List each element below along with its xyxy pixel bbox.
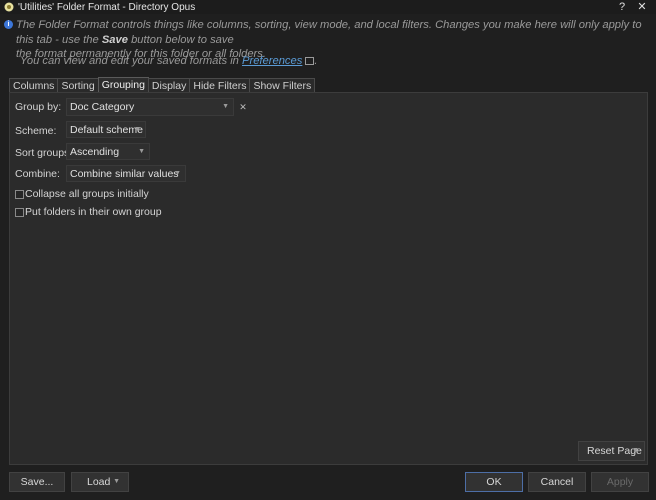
chevron-down-icon: ▼: [138, 148, 145, 155]
chevron-down-icon: ▼: [222, 103, 229, 110]
save-button[interactable]: Save...: [9, 472, 65, 492]
tab-display[interactable]: Display: [147, 78, 191, 93]
grouping-panel: Group by: Doc Category ▼ ✕ Scheme: Defau…: [9, 92, 648, 465]
info-icon: i: [4, 20, 13, 29]
directory-opus-icon: [4, 2, 14, 12]
folders-group-label: Put folders in their own group: [25, 206, 162, 218]
combine-value: Combine similar values: [70, 168, 179, 180]
external-window-icon: [305, 57, 315, 65]
apply-button[interactable]: Apply: [591, 472, 649, 492]
load-button[interactable]: Load ▼: [71, 472, 129, 492]
preferences-line: You can view and edit your saved formats…: [20, 55, 318, 67]
info-save-word: Save: [101, 33, 128, 46]
tab-strip: Columns Sorting Grouping Display Hide Fi…: [9, 77, 316, 93]
collapse-checkbox[interactable]: [15, 190, 24, 199]
tab-grouping[interactable]: Grouping: [97, 77, 149, 93]
load-label: Load: [87, 476, 111, 488]
chevron-down-icon: ▼: [134, 126, 141, 133]
chevron-down-icon: ▼: [113, 478, 120, 485]
chevron-down-icon: ▼: [174, 170, 181, 177]
help-button[interactable]: ?: [612, 0, 632, 14]
reset-page-button[interactable]: Reset Page ▼: [578, 441, 645, 461]
preferences-link[interactable]: Preferences: [242, 55, 302, 67]
scheme-label: Scheme:: [15, 125, 57, 137]
group-by-select[interactable]: Doc Category ▼ ✕: [66, 98, 247, 116]
window-title: 'Utilities' Folder Format - Directory Op…: [18, 1, 196, 13]
scheme-value: Default scheme: [70, 124, 143, 136]
folders-group-checkbox[interactable]: [15, 208, 24, 217]
sort-groups-label: Sort groups:: [15, 147, 73, 159]
tab-columns[interactable]: Columns: [9, 78, 59, 93]
tab-sorting[interactable]: Sorting: [57, 78, 99, 93]
chevron-down-icon: ▼: [632, 447, 639, 454]
tab-hide-filters[interactable]: Hide Filters: [189, 78, 251, 93]
title-bar: 'Utilities' Folder Format - Directory Op…: [0, 0, 656, 14]
info-text: i The Folder Format controls things like…: [4, 18, 650, 67]
scheme-select[interactable]: Default scheme ▼: [66, 121, 146, 138]
ok-button[interactable]: OK: [465, 472, 523, 492]
group-by-label: Group by:: [15, 101, 62, 113]
sort-groups-select[interactable]: Ascending ▼: [66, 143, 150, 160]
tab-show-filters[interactable]: Show Filters: [249, 78, 316, 93]
group-by-value: Doc Category: [70, 101, 135, 113]
cancel-button[interactable]: Cancel: [528, 472, 586, 492]
close-button[interactable]: ✕: [632, 0, 652, 14]
info-line1-end: button below to save: [127, 33, 234, 46]
sort-groups-value: Ascending: [70, 146, 120, 158]
collapse-label: Collapse all groups initially: [25, 188, 149, 200]
clear-icon[interactable]: ✕: [235, 99, 251, 115]
combine-select[interactable]: Combine similar values ▼: [66, 165, 186, 182]
preferences-prefix: You can view and edit your saved formats…: [20, 55, 243, 67]
combine-label: Combine:: [15, 168, 60, 180]
